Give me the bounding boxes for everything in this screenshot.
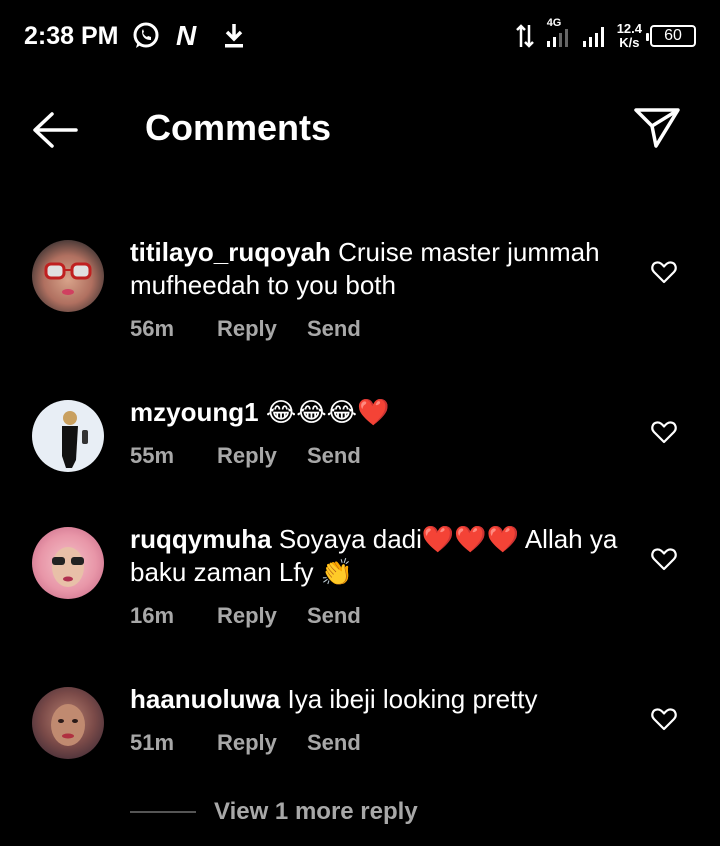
data-arrows-icon bbox=[515, 24, 534, 48]
comment-body: haanuoluwa Iya ibeji looking pretty bbox=[130, 683, 630, 716]
heart-icon[interactable] bbox=[651, 420, 677, 444]
avatar[interactable] bbox=[32, 400, 104, 472]
comment-meta: 56m Reply Send bbox=[130, 316, 361, 342]
comment-meta: 16m Reply Send bbox=[130, 603, 361, 629]
speed-unit: K/s bbox=[619, 35, 640, 50]
download-icon bbox=[225, 24, 243, 48]
comment-text: 😂😂😂❤️ bbox=[265, 397, 390, 427]
heart-icon[interactable] bbox=[651, 547, 677, 571]
avatar-face bbox=[52, 547, 84, 587]
comment-username[interactable]: ruqqymuha bbox=[130, 524, 272, 554]
comment-time: 51m bbox=[130, 730, 175, 755]
signal-icon bbox=[546, 29, 568, 47]
whatsapp-icon bbox=[133, 22, 159, 48]
reply-button[interactable]: Reply bbox=[217, 603, 307, 629]
back-arrow-icon[interactable] bbox=[30, 110, 80, 150]
avatar[interactable] bbox=[32, 687, 104, 759]
comment-time: 56m bbox=[130, 316, 175, 341]
comment-username[interactable]: haanuoluwa bbox=[130, 684, 280, 714]
signal-4g: 4G bbox=[543, 17, 573, 51]
avatar-face bbox=[51, 704, 85, 746]
avatar[interactable] bbox=[32, 527, 104, 599]
signal-icon-2 bbox=[582, 27, 604, 47]
view-more-divider bbox=[130, 811, 196, 813]
comment-body: ruqqymuha Soyaya dadi❤️❤️❤️ Allah ya bak… bbox=[130, 523, 630, 589]
heart-icon[interactable] bbox=[651, 260, 677, 284]
status-bar: 2:38 PM N 4G 12.4 K/s 60 bbox=[0, 0, 720, 72]
send-button[interactable]: Send bbox=[307, 316, 361, 342]
view-more-replies[interactable]: View 1 more reply bbox=[0, 796, 720, 830]
send-button[interactable]: Send bbox=[307, 443, 361, 469]
status-time: 2:38 PM bbox=[24, 22, 119, 50]
notification-n-icon: N bbox=[176, 20, 197, 51]
send-button[interactable]: Send bbox=[307, 730, 361, 756]
comment-text: Iya ibeji looking pretty bbox=[287, 684, 538, 714]
send-button[interactable]: Send bbox=[307, 603, 361, 629]
view-more-label[interactable]: View 1 more reply bbox=[214, 798, 418, 826]
heart-icon[interactable] bbox=[651, 707, 677, 731]
avatar-glasses bbox=[44, 262, 92, 295]
page-title: Comments bbox=[145, 107, 332, 148]
comment-meta: 51m Reply Send bbox=[130, 730, 361, 756]
send-icon[interactable] bbox=[632, 104, 682, 150]
battery-icon: 60 bbox=[646, 25, 696, 47]
comment-username[interactable]: titilayo_ruqoyah bbox=[130, 237, 331, 267]
status-right: 4G 12.4 K/s 60 bbox=[515, 17, 696, 54]
avatar-figure bbox=[62, 411, 88, 468]
network-speed: 12.4 K/s bbox=[617, 22, 642, 50]
comment-body: titilayo_ruqoyah Cruise master jummah mu… bbox=[130, 236, 630, 302]
reply-button[interactable]: Reply bbox=[217, 316, 307, 342]
comment-time: 55m bbox=[130, 443, 175, 468]
speed-value: 12.4 bbox=[616, 21, 642, 36]
reply-button[interactable]: Reply bbox=[217, 443, 307, 469]
comment-username[interactable]: mzyoung1 bbox=[130, 397, 259, 427]
comment-meta: 55m Reply Send bbox=[130, 443, 361, 469]
comments-header: Comments bbox=[0, 100, 720, 160]
comment-time: 16m bbox=[130, 603, 175, 628]
reply-button[interactable]: Reply bbox=[217, 730, 307, 756]
comment-body: mzyoung1 😂😂😂❤️ bbox=[130, 396, 630, 429]
avatar[interactable] bbox=[32, 240, 104, 312]
